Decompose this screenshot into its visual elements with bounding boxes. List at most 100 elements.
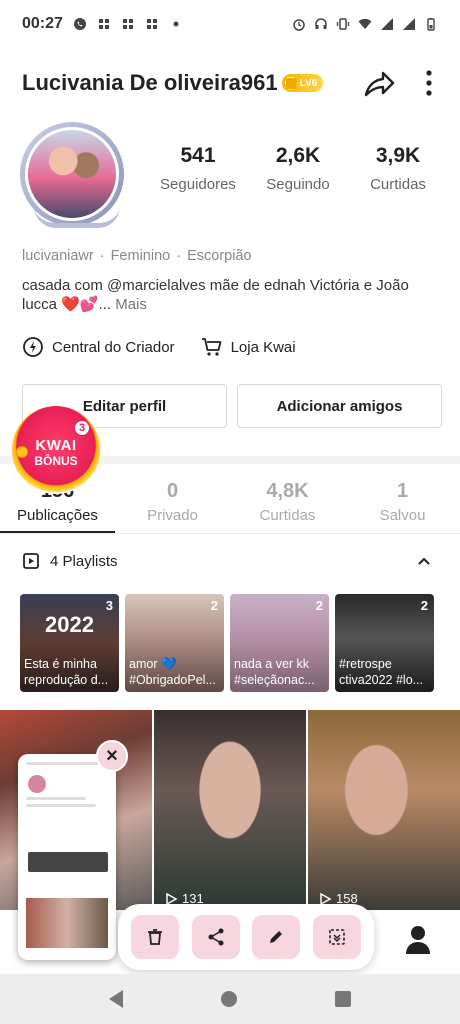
profile-bio: casada com @marcielalves mãe de ednah Vi…	[22, 276, 442, 314]
long-screenshot-icon	[329, 929, 345, 945]
level-hexagon-icon	[284, 76, 298, 90]
share-icon	[208, 928, 224, 946]
profile-username: Lucivania De oliveira961	[22, 70, 278, 95]
profile-meta: lucivaniawr · Feminino · Escorpião	[22, 248, 252, 264]
screenshot-preview[interactable]	[18, 754, 116, 960]
vibrate-icon	[336, 18, 350, 30]
tab-label: Publicações	[17, 507, 98, 524]
signal-icon	[381, 18, 393, 30]
tab-saved[interactable]: 1 Salvou	[345, 476, 460, 533]
battery-icon	[427, 18, 435, 31]
kwai-shop-label: Loja Kwai	[230, 338, 296, 356]
profile-zodiac: Escorpião	[187, 248, 252, 264]
kwai-bonus-line1: KWAI	[35, 436, 77, 454]
tab-private[interactable]: 0 Privado	[115, 476, 230, 533]
share-screenshot-button[interactable]	[191, 915, 240, 959]
playlist-card[interactable]: 2 #retrospe ctiva2022 #lo...	[335, 594, 434, 692]
recent-apps-icon[interactable]	[335, 991, 351, 1007]
app-notification-icon	[122, 19, 133, 29]
playlist-cover-text: 2022	[45, 612, 94, 637]
playlists-title: 4 Playlists	[50, 552, 118, 570]
stat-label: Curtidas	[370, 176, 426, 193]
playlist-caption: #retrospe ctiva2022 #lo...	[339, 657, 424, 687]
stat-followers[interactable]: 541 Seguidores	[148, 144, 248, 193]
long-screenshot-button[interactable]	[313, 915, 362, 959]
stat-value: 3,9K	[375, 144, 421, 167]
edit-icon	[270, 931, 283, 943]
tab-label: Curtidas	[259, 507, 316, 524]
playlist-card[interactable]: 2 amor 💙 #ObrigadoPel...	[125, 594, 224, 692]
video-thumbnail[interactable]: 158	[308, 710, 460, 910]
bio-line-2-text: lucca	[22, 296, 58, 313]
alarm-icon	[293, 19, 305, 31]
playlist-caption: nada a ver kk #seleçãonac...	[234, 657, 315, 687]
stat-label: Seguidores	[160, 176, 236, 193]
stat-value: 2,6K	[275, 144, 321, 167]
app-notification-icon	[146, 19, 157, 29]
playlist-caption: amor 💙 #ObrigadoPel...	[129, 657, 216, 687]
profile-gender: Feminino	[110, 248, 171, 264]
bio-ellipsis: ...	[98, 296, 112, 313]
tab-label: Privado	[147, 507, 198, 524]
bio-line-2: lucca ❤️💕... Mais	[22, 295, 442, 314]
pink-hearts-emoji: 💕	[79, 296, 99, 313]
kwai-bonus-line2: BÔNUS	[34, 453, 78, 468]
tab-count: 0	[166, 480, 179, 502]
creator-center-label: Central do Criador	[52, 338, 175, 356]
creator-tools: Central do Criador Loja Kwai	[22, 336, 296, 358]
profile-stats: 541 Seguidores 2,6K Seguindo 3,9K Curtid…	[148, 144, 448, 193]
status-notification-icons	[73, 17, 183, 31]
red-heart-emoji: ❤️	[61, 296, 80, 313]
playlists-header[interactable]: 4 Playlists	[22, 552, 442, 570]
whatsapp-icon	[73, 18, 86, 30]
level-badge[interactable]: LV6	[281, 74, 324, 92]
tab-count: 4,8K	[266, 480, 309, 502]
edit-screenshot-button[interactable]	[252, 915, 301, 959]
lightning-circle-icon	[23, 337, 43, 357]
playlist-caption: Esta é minha reprodução d...	[24, 657, 109, 687]
coin-icon	[16, 446, 28, 458]
playlist-count: 3	[105, 598, 113, 613]
close-icon: ×	[106, 744, 118, 767]
delete-screenshot-button[interactable]	[130, 915, 179, 959]
stat-following[interactable]: 2,6K Seguindo	[248, 144, 348, 193]
playlist-card[interactable]: 2 nada a ver kk #seleçãonac...	[230, 594, 329, 692]
avatar-frame-wings	[34, 206, 120, 228]
screenshot-action-bar	[118, 904, 374, 970]
creator-center-link[interactable]: Central do Criador	[22, 336, 175, 358]
profile-header: Lucivania De oliveira961 LV6	[22, 60, 440, 106]
status-bar: 00:27	[0, 0, 460, 48]
level-badge-label: LV6	[299, 77, 318, 89]
bio-line-1: casada com @marcielalves mãe de ednah Vi…	[22, 277, 409, 294]
tab-likes[interactable]: 4,8K Curtidas	[230, 476, 345, 533]
wifi-icon	[358, 18, 372, 29]
avatar[interactable]	[14, 120, 126, 228]
app-notification-icon	[98, 19, 109, 29]
home-icon[interactable]	[221, 991, 237, 1007]
headset-icon	[315, 18, 327, 29]
screenshot-preview-content	[22, 758, 112, 956]
stat-likes[interactable]: 3,9K Curtidas	[348, 144, 448, 193]
tab-label: Salvou	[379, 507, 426, 524]
video-thumbnail[interactable]: 131	[154, 710, 306, 910]
stat-label: Seguindo	[266, 176, 330, 193]
close-screenshot-button[interactable]: ×	[96, 740, 128, 772]
profile-handle: lucivaniawr	[22, 248, 94, 264]
profile-person-icon[interactable]	[398, 920, 438, 960]
status-system-icons	[292, 17, 438, 31]
more-options-icon[interactable]	[424, 68, 434, 98]
share-profile-icon[interactable]	[362, 68, 396, 100]
playlist-count: 2	[210, 598, 218, 613]
bio-more-link[interactable]: Mais	[115, 296, 147, 313]
kwai-bonus-button[interactable]: 3 KWAI BÔNUS	[12, 406, 100, 494]
delete-icon	[147, 929, 162, 945]
chevron-up-icon[interactable]	[416, 553, 432, 569]
add-friends-button[interactable]: Adicionar amigos	[237, 384, 442, 428]
android-nav-bar	[0, 974, 460, 1024]
kwai-shop-link[interactable]: Loja Kwai	[201, 336, 296, 358]
playlist-card[interactable]: 2022 3 Esta é minha reprodução d...	[20, 594, 119, 692]
dot-icon	[173, 21, 179, 27]
playlist-icon	[23, 553, 39, 569]
stat-value: 541	[180, 144, 216, 167]
back-icon[interactable]	[109, 990, 123, 1008]
